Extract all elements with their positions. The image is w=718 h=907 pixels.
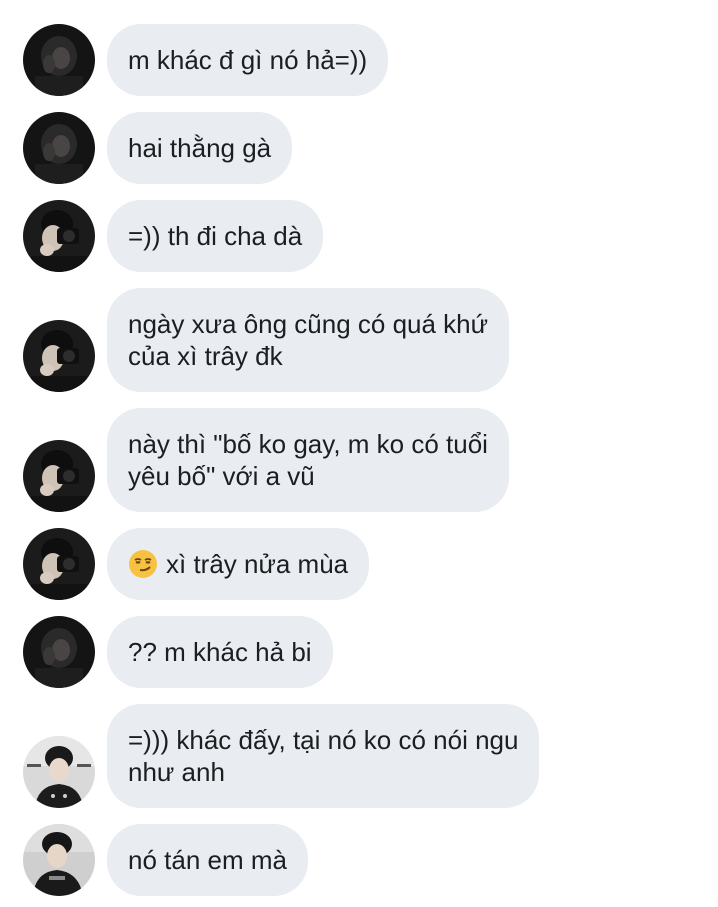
message-row: xì trây nửa mùa [0,528,718,600]
camera-photographer-avatar[interactable] [23,440,95,512]
message-bubble[interactable]: ngày xưa ông cũng có quá khứ của xì trây… [107,288,510,392]
message-row: hai thằng gà [0,112,718,184]
dark-hooded-avatar[interactable] [23,616,95,688]
message-row: này thì "bố ko gay, m ko có tuổi yêu bố"… [0,408,718,512]
camera-photographer-avatar[interactable] [23,528,95,600]
message-row: ngày xưa ông cũng có quá khứ của xì trây… [0,288,718,392]
message-row: nó tán em mà [0,824,718,896]
message-bubble[interactable]: =)) th đi cha dà [107,200,324,272]
dark-hooded-avatar[interactable] [23,112,95,184]
message-bubble[interactable]: hai thằng gà [107,112,293,184]
message-bubble[interactable]: =))) khác đấy, tại nó ko có nói ngu như … [107,704,540,808]
message-row: =)) th đi cha dà [0,200,718,272]
dark-hooded-avatar[interactable] [23,24,95,96]
event-photo-avatar[interactable] [23,736,95,808]
message-row: =))) khác đấy, tại nó ko có nói ngu như … [0,704,718,808]
message-bubble[interactable]: ?? m khác hả bi [107,616,333,688]
message-text: xì trây nửa mùa [166,549,349,579]
message-bubble[interactable]: này thì "bố ko gay, m ko có tuổi yêu bố"… [107,408,509,512]
message-row: ?? m khác hả bi [0,616,718,688]
smirking-face-emoji [129,550,157,578]
message-bubble[interactable]: xì trây nửa mùa [107,528,370,600]
message-row: m khác đ gì nó hả=)) [0,24,718,96]
message-bubble[interactable]: m khác đ gì nó hả=)) [107,24,389,96]
camera-photographer-avatar[interactable] [23,320,95,392]
event-photo-avatar[interactable] [23,824,95,896]
camera-photographer-avatar[interactable] [23,200,95,272]
message-bubble[interactable]: nó tán em mà [107,824,308,896]
chat-screen: { "messages": [ {"avatar": "dark-hooded-… [0,0,718,907]
